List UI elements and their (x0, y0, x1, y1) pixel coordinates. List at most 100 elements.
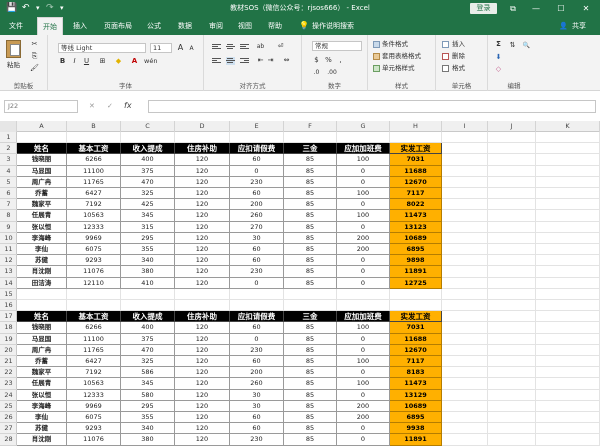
insert-button[interactable]: 插入 (452, 40, 465, 49)
cut-icon[interactable]: ✂ (30, 40, 39, 49)
table-cell[interactable]: 12333 (67, 389, 121, 401)
table-cell[interactable]: 85 (284, 154, 337, 166)
column-title-cell[interactable]: 姓名 (17, 143, 67, 155)
table-cell[interactable]: 355 (121, 244, 175, 256)
column-title-cell[interactable]: 收入提成 (121, 311, 175, 323)
font-name-select[interactable]: 等线 Light (58, 43, 146, 53)
table-cell[interactable]: 60 (230, 412, 284, 424)
table-cell[interactable]: 260 (230, 378, 284, 390)
format-painter-icon[interactable]: 🖌 (30, 64, 39, 73)
table-cell[interactable]: 100 (337, 188, 390, 200)
column-header-b[interactable]: B (67, 121, 121, 132)
table-cell[interactable]: 60 (230, 423, 284, 435)
table-cell[interactable]: 0 (337, 434, 390, 446)
name-cell[interactable]: 任展青 (17, 378, 67, 390)
table-cell[interactable]: 400 (121, 154, 175, 166)
table-cell[interactable]: 200 (230, 199, 284, 211)
net-pay-cell[interactable]: 11688 (390, 165, 442, 177)
table-cell[interactable]: 200 (337, 412, 390, 424)
table-cell[interactable]: 100 (337, 210, 390, 222)
table-cell[interactable]: 325 (121, 356, 175, 368)
table-cell[interactable]: 85 (284, 412, 337, 424)
row-header-22[interactable]: 22 (0, 367, 17, 379)
tab-review[interactable]: 审阅 (209, 17, 223, 35)
row-header-8[interactable]: 8 (0, 210, 17, 222)
column-title-cell[interactable]: 基本工资 (67, 311, 121, 323)
table-cell[interactable]: 9293 (67, 255, 121, 267)
table-cell[interactable]: 120 (175, 400, 230, 412)
table-cell[interactable]: 380 (121, 266, 175, 278)
sort-filter-icon[interactable]: ⇅ (508, 41, 517, 50)
table-cell[interactable]: 60 (230, 255, 284, 267)
net-pay-cell[interactable]: 12725 (390, 277, 442, 289)
tab-data[interactable]: 数据 (178, 17, 192, 35)
table-cell[interactable]: 345 (121, 378, 175, 390)
table-cell[interactable]: 0 (230, 277, 284, 289)
net-pay-cell[interactable]: 7031 (390, 154, 442, 166)
row-header-25[interactable]: 25 (0, 401, 17, 412)
row-header-21[interactable]: 21 (0, 356, 17, 368)
table-cell[interactable]: 375 (121, 165, 175, 177)
table-cell[interactable]: 470 (121, 176, 175, 188)
format-button[interactable]: 格式 (452, 64, 465, 73)
table-cell[interactable]: 85 (284, 221, 337, 233)
net-pay-cell[interactable]: 8183 (390, 367, 442, 379)
name-cell[interactable]: 周广冉 (17, 344, 67, 356)
border-icon[interactable]: ⊞ (98, 57, 107, 66)
table-cell[interactable]: 120 (175, 154, 230, 166)
column-header-e[interactable]: E (230, 121, 284, 132)
enter-icon[interactable]: ✓ (107, 102, 113, 110)
table-cell[interactable]: 200 (337, 232, 390, 244)
row-header-3[interactable]: 3 (0, 154, 17, 166)
net-pay-cell[interactable]: 11473 (390, 210, 442, 222)
table-cell[interactable]: 60 (230, 154, 284, 166)
paste-icon[interactable] (6, 40, 21, 58)
table-cell[interactable]: 100 (337, 322, 390, 334)
name-cell[interactable]: 钱晓丽 (17, 154, 67, 166)
table-cell[interactable]: 0 (337, 165, 390, 177)
minimize-icon[interactable]: — (528, 0, 544, 17)
row-header-5[interactable]: 5 (0, 177, 17, 188)
table-cell[interactable]: 120 (175, 367, 230, 379)
name-cell[interactable]: 任展青 (17, 210, 67, 222)
format-as-table-button[interactable]: 套用表格格式 (382, 52, 421, 61)
name-cell[interactable]: 乔蓄 (17, 356, 67, 368)
table-cell[interactable]: 200 (337, 244, 390, 256)
name-cell[interactable]: 李海峰 (17, 232, 67, 244)
net-pay-cell[interactable]: 10689 (390, 232, 442, 244)
cell-styles-button[interactable]: 单元格样式 (382, 64, 415, 73)
net-pay-cell[interactable]: 11891 (390, 266, 442, 278)
column-title-cell[interactable]: 三金 (284, 143, 337, 155)
delete-button[interactable]: 删除 (452, 52, 465, 61)
name-cell[interactable]: 苏健 (17, 423, 67, 435)
middle-align-icon[interactable] (226, 43, 235, 51)
name-cell[interactable]: 钱晓丽 (17, 322, 67, 334)
fill-down-icon[interactable]: ⬇ (494, 53, 503, 62)
table-cell[interactable]: 9969 (67, 400, 121, 412)
align-right-icon[interactable] (240, 57, 249, 65)
table-cell[interactable]: 85 (284, 333, 337, 345)
align-center-icon[interactable] (226, 57, 235, 65)
net-pay-cell[interactable]: 6895 (390, 412, 442, 424)
comma-icon[interactable]: , (336, 56, 345, 65)
table-cell[interactable]: 85 (284, 188, 337, 200)
table-cell[interactable]: 30 (230, 389, 284, 401)
net-pay-cell[interactable]: 11473 (390, 378, 442, 390)
name-cell[interactable]: 乔蓄 (17, 188, 67, 200)
tab-file[interactable]: 文件 (9, 17, 23, 35)
row-header-23[interactable]: 23 (0, 378, 17, 390)
table-cell[interactable]: 295 (121, 232, 175, 244)
formula-input[interactable] (148, 100, 596, 113)
name-cell[interactable]: 魏家平 (17, 199, 67, 211)
column-header-c[interactable]: C (121, 121, 175, 132)
table-cell[interactable]: 120 (175, 423, 230, 435)
column-header-f[interactable]: F (284, 121, 337, 132)
table-cell[interactable]: 230 (230, 344, 284, 356)
column-header-g[interactable]: G (337, 121, 390, 132)
net-pay-cell[interactable]: 6895 (390, 244, 442, 256)
table-cell[interactable]: 6266 (67, 154, 121, 166)
table-cell[interactable]: 60 (230, 244, 284, 256)
table-cell[interactable]: 30 (230, 232, 284, 244)
table-cell[interactable]: 345 (121, 210, 175, 222)
maximize-icon[interactable]: ☐ (553, 0, 569, 17)
